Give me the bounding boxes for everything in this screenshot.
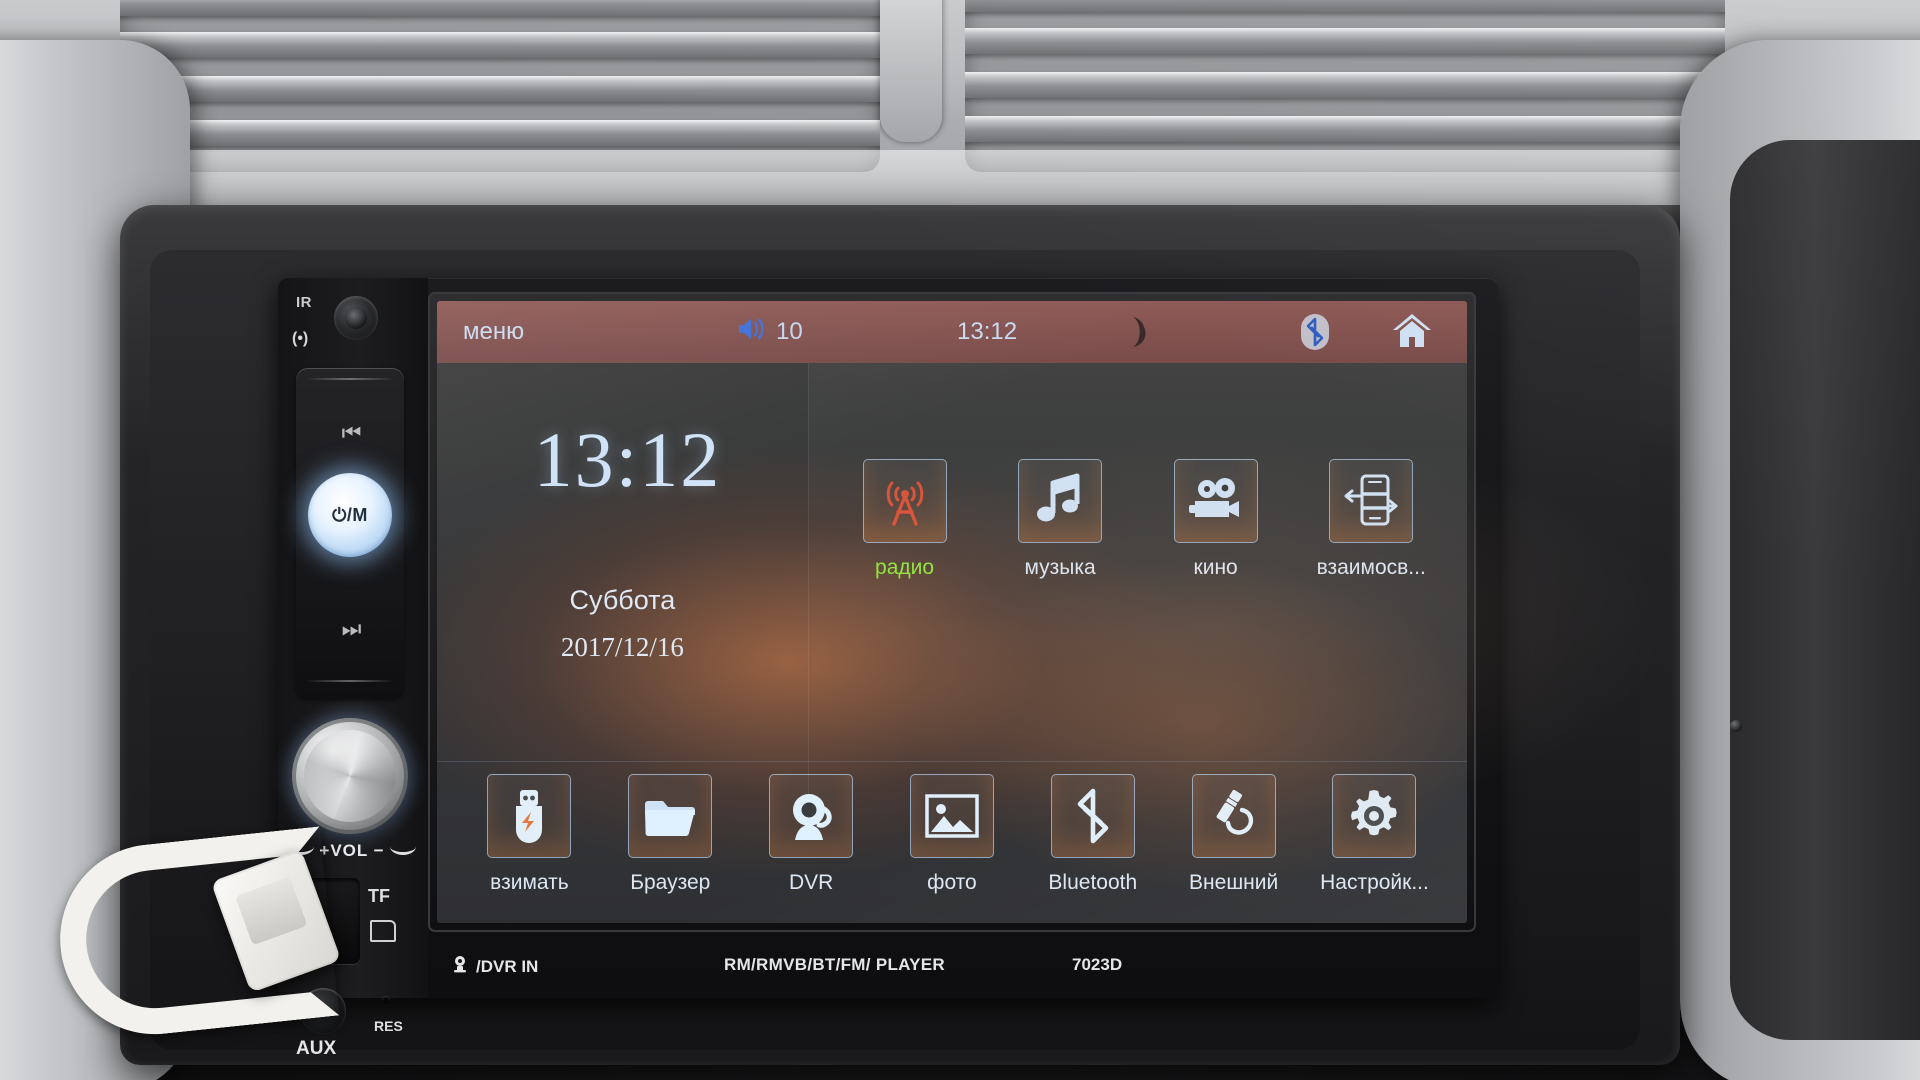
- unit-foot-markings: /DVR IN RM/RMVB/BT/FM/ PLAYER 7023D: [428, 940, 1476, 996]
- status-bar: меню 10 13:12: [437, 301, 1467, 363]
- clock-day: Суббота: [569, 585, 676, 615]
- remote-wave-icon: (•): [292, 330, 309, 347]
- app-label: Внешний: [1189, 871, 1279, 894]
- reset-label: RES: [374, 1018, 403, 1034]
- app-gear[interactable]: Настройк...: [1320, 774, 1429, 895]
- radio-tower-icon: [862, 459, 947, 543]
- usb-drive-icon: [487, 774, 572, 858]
- home-icon[interactable]: [1389, 310, 1435, 359]
- music-note-icon: [1018, 459, 1103, 543]
- app-movie-camera[interactable]: кино: [1164, 459, 1268, 580]
- memory-card-icon: [370, 920, 396, 942]
- previous-track-button[interactable]: ⏮: [296, 420, 404, 446]
- air-vent-divider: [880, 0, 942, 142]
- aux-label: AUX: [296, 1038, 337, 1059]
- webcam-icon: [769, 774, 854, 858]
- phone-link-icon: [1329, 459, 1414, 543]
- dash-trim-right-inner: [1730, 140, 1920, 1040]
- speaker-icon: [737, 316, 767, 349]
- app-phone-link[interactable]: взаимосв...: [1316, 459, 1426, 580]
- display-bezel: меню 10 13:12 13:12 Суббота 2017/12/16 р…: [428, 292, 1476, 932]
- app-grid-top: радио музыка кино взаимосв...: [807, 363, 1467, 803]
- app-photo[interactable]: фото: [900, 774, 1004, 895]
- app-label: кино: [1193, 556, 1238, 579]
- air-vent-left: [120, 0, 880, 172]
- app-folder[interactable]: Браузер: [618, 774, 722, 895]
- dvr-in-label: /DVR IN: [476, 956, 539, 976]
- touchscreen-display[interactable]: меню 10 13:12 13:12 Суббота 2017/12/16 р…: [437, 301, 1467, 923]
- photo-icon: [909, 774, 994, 858]
- codec-list-label: RM/RMVB/BT/FM/ PLAYER: [724, 955, 946, 974]
- strip-divider-bottom: [306, 680, 394, 682]
- volume-indicator[interactable]: 10: [737, 316, 803, 349]
- tf-label: TF: [368, 886, 390, 906]
- aux-plug-icon: [1191, 774, 1276, 858]
- app-label: музыка: [1024, 556, 1096, 579]
- clock-time: 13:12: [533, 416, 722, 503]
- volume-value: 10: [776, 318, 803, 345]
- app-label: Браузер: [630, 871, 711, 894]
- bluetooth-icon[interactable]: [1299, 312, 1331, 359]
- app-radio-tower[interactable]: радио: [853, 459, 957, 580]
- clock-widget[interactable]: 13:12 Суббота 2017/12/16: [437, 363, 808, 803]
- air-vent-panel: [0, 0, 1920, 270]
- air-vent-right: [965, 0, 1725, 172]
- car-dashboard-scene: IR (•) ⏮ ⏻/M ⏭ +VOL − TF AUX RES меню 10…: [0, 0, 1920, 1080]
- head-unit: IR (•) ⏮ ⏻/M ⏭ +VOL − TF AUX RES меню 10…: [278, 278, 1498, 1059]
- app-label: взаимосв...: [1316, 556, 1426, 579]
- model-number-label: 7023D: [1072, 955, 1123, 974]
- menu-button[interactable]: меню: [463, 318, 524, 346]
- app-label: радио: [875, 556, 935, 579]
- next-track-button[interactable]: ⏭: [296, 616, 404, 642]
- volume-knob[interactable]: [292, 718, 408, 834]
- transport-button-strip: ⏮ ⏻/M ⏭: [296, 368, 404, 698]
- app-label: DVR: [788, 871, 834, 894]
- app-usb-drive[interactable]: взимать: [477, 774, 581, 895]
- app-label: взимать: [490, 871, 569, 894]
- power-mode-button[interactable]: ⏻/M: [308, 473, 392, 557]
- app-label: Bluetooth: [1048, 871, 1138, 894]
- app-grid-bottom: взимать Браузер DVR фото Bluetooth Внешн…: [437, 761, 1467, 923]
- app-webcam[interactable]: DVR: [759, 774, 863, 895]
- app-aux-plug[interactable]: Внешний: [1182, 774, 1286, 895]
- ir-receiver-icon: [334, 296, 378, 340]
- status-clock: 13:12: [957, 318, 1018, 345]
- clock-date: 2017/12/16: [560, 632, 684, 662]
- app-music-note[interactable]: музыка: [1008, 459, 1112, 580]
- home-screen-body: 13:12 Суббота 2017/12/16 радио музыка ки…: [437, 363, 1467, 923]
- ir-label: IR: [296, 294, 312, 311]
- bluetooth-icon: [1050, 774, 1135, 858]
- movie-camera-icon: [1173, 459, 1258, 543]
- app-label: фото: [927, 871, 977, 894]
- bezel-screw-dot: [1730, 720, 1742, 732]
- gear-icon: [1332, 774, 1417, 858]
- folder-icon: [628, 774, 713, 858]
- moon-icon: [1127, 315, 1153, 356]
- strip-divider-top: [306, 378, 394, 380]
- app-bluetooth[interactable]: Bluetooth: [1041, 774, 1145, 895]
- camera-icon: [450, 954, 470, 979]
- app-label: Настройк...: [1320, 871, 1429, 894]
- dvr-in-marking: /DVR IN: [450, 954, 538, 979]
- reset-pinhole[interactable]: [382, 996, 390, 1004]
